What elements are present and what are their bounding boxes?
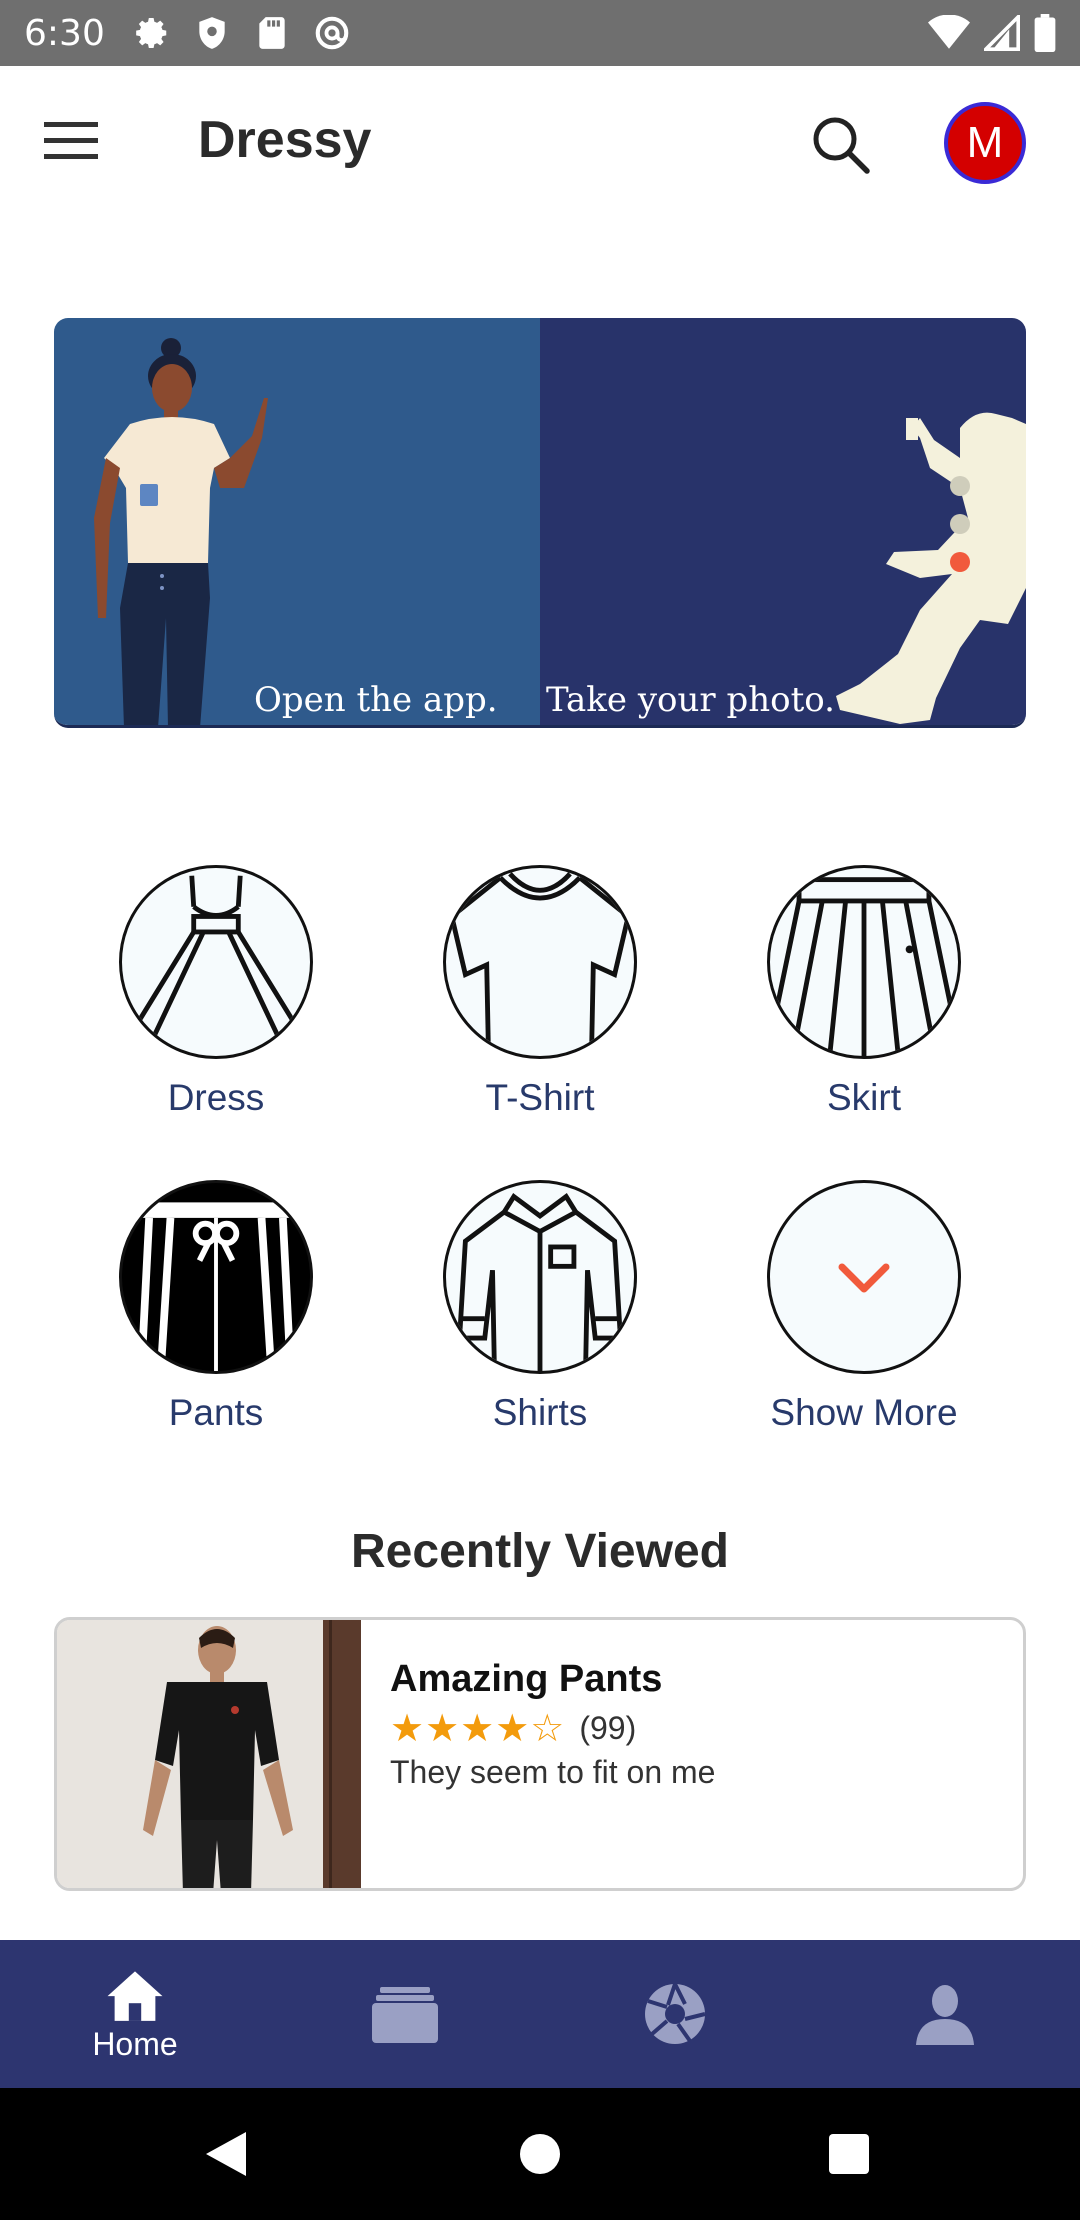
category-label: Skirt (827, 1077, 901, 1118)
back-icon[interactable] (206, 2132, 246, 2176)
avatar-letter: M (966, 118, 1004, 167)
skirt-icon (767, 865, 961, 1059)
tshirt-icon (443, 865, 637, 1059)
home-button-icon[interactable] (520, 2134, 560, 2174)
category-skirt[interactable]: Skirt (744, 865, 984, 1119)
banner-caption-left: Open the app. (254, 680, 498, 720)
product-photo (57, 1620, 361, 1888)
banner-caption-right: Take your photo. (546, 680, 835, 720)
category-dress[interactable]: Dress (96, 865, 336, 1119)
at-sign-icon (315, 16, 349, 50)
battery-icon (1034, 14, 1056, 52)
cell-signal-icon (984, 15, 1020, 51)
camera-aperture-icon (645, 1983, 706, 2044)
product-description: They seem to fit on me (390, 1754, 716, 1790)
category-tshirt[interactable]: T-Shirt (420, 865, 660, 1119)
category-shirts[interactable]: Shirts (420, 1180, 660, 1434)
product-rating: ★★★★☆ (99) (390, 1706, 636, 1750)
dress-icon (119, 865, 313, 1059)
hamburger-menu-icon[interactable] (44, 122, 108, 166)
woman-waving-illustration (94, 338, 268, 725)
avatar[interactable]: M (944, 102, 1026, 184)
shield-icon (199, 17, 225, 49)
woman-selfie-illustration (836, 412, 1026, 724)
category-pants[interactable]: Pants (96, 1180, 336, 1434)
recently-viewed-title: Recently Viewed (351, 1525, 729, 1578)
nav-camera[interactable] (540, 1940, 810, 2088)
nav-label: Home (92, 2025, 178, 2062)
status-time: 6:30 (24, 12, 105, 54)
star-rating-icon: ★★★★☆ (390, 1706, 566, 1750)
system-navigation-bar (0, 2088, 1080, 2220)
nav-home[interactable]: Home (0, 1940, 270, 2088)
stack-cards-icon (372, 1987, 438, 2043)
wifi-icon (928, 15, 970, 49)
category-label: T-Shirt (485, 1077, 595, 1118)
onboarding-banner[interactable]: Open the app. Take your photo. (54, 318, 1026, 728)
search-icon[interactable] (808, 112, 874, 178)
settings-icon (136, 17, 167, 49)
category-label: Show More (770, 1392, 958, 1433)
recents-icon[interactable] (829, 2134, 869, 2174)
pants-icon (119, 1180, 313, 1374)
banner-panel-open-app: Open the app. (54, 318, 540, 725)
show-more-circle (767, 1180, 961, 1374)
nav-profile[interactable] (810, 1940, 1080, 2088)
category-label: Pants (168, 1392, 264, 1433)
product-name: Amazing Pants (390, 1658, 663, 1700)
status-bar: 6:30 (0, 0, 1080, 66)
category-label: Shirts (492, 1392, 588, 1433)
app-title: Dressy (198, 111, 372, 169)
category-show-more[interactable]: Show More (744, 1180, 984, 1434)
nav-collection[interactable] (270, 1940, 540, 2088)
sd-card-icon (259, 17, 285, 49)
shirt-icon (443, 1180, 637, 1374)
app-bar: Dressy M (0, 66, 1080, 222)
person-icon (916, 1985, 974, 2045)
banner-panel-take-photo: Take your photo. (540, 318, 1026, 725)
recently-viewed-card[interactable]: Amazing Pants ★★★★☆ (99) They seem to fi… (54, 1617, 1026, 1891)
home-icon (107, 1970, 163, 2021)
rating-count: (99) (579, 1709, 637, 1746)
category-label: Dress (167, 1077, 265, 1118)
bottom-navigation: Home (0, 1940, 1080, 2088)
chevron-down-icon (838, 1263, 890, 1293)
